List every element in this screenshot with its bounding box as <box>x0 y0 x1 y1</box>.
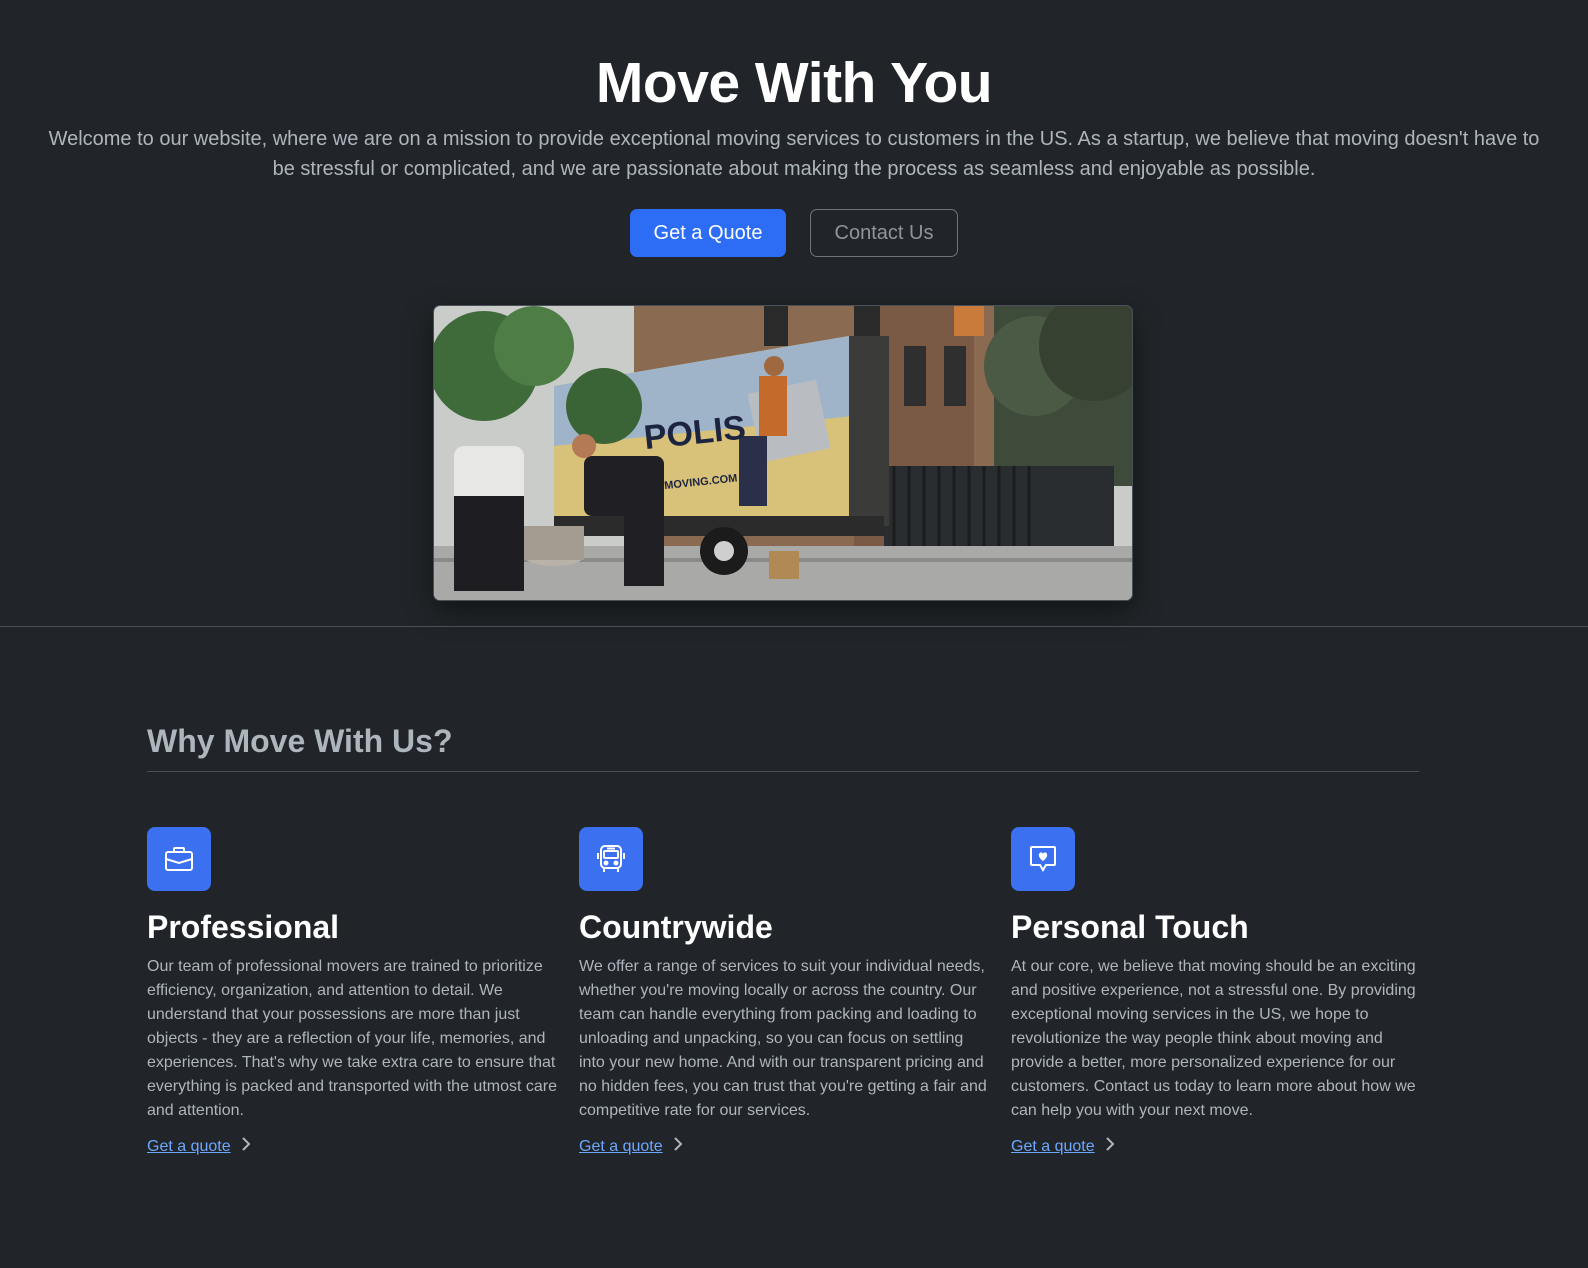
feature-text: At our core, we believe that moving shou… <box>1011 958 1416 1119</box>
get-a-quote-link[interactable]: Get a quote <box>147 1137 251 1156</box>
features-section: Why Move With Us? Professional Our team … <box>0 627 1588 1268</box>
chevron-right-icon <box>241 1137 251 1156</box>
get-a-quote-link[interactable]: Get a quote <box>1011 1137 1115 1156</box>
chat-heart-icon <box>1011 827 1075 891</box>
bus-icon <box>579 827 643 891</box>
get-a-quote-link[interactable]: Get a quote <box>579 1137 683 1156</box>
feature-text: Our team of professional movers are trai… <box>147 958 557 1119</box>
get-a-quote-button[interactable]: Get a Quote <box>630 209 786 257</box>
hero-lead: Welcome to our website, where we are on … <box>48 128 1540 180</box>
link-label: Get a quote <box>147 1137 231 1155</box>
briefcase-icon <box>147 827 211 891</box>
feature-title: Personal Touch <box>1011 909 1249 945</box>
features-heading: Why Move With Us? <box>147 721 1419 772</box>
feature-personal-touch: Personal Touch At our core, we believe t… <box>1011 827 1421 1156</box>
hero-image: POLIS MOVING.COM <box>433 305 1133 601</box>
hero-buttons: Get a Quote Contact Us <box>0 209 1588 257</box>
feature-title: Countrywide <box>579 909 773 945</box>
feature-title: Professional <box>147 909 340 945</box>
contact-us-button[interactable]: Contact Us <box>810 209 958 257</box>
link-label: Get a quote <box>579 1137 663 1155</box>
feature-text: We offer a range of services to suit you… <box>579 958 987 1119</box>
link-label: Get a quote <box>1011 1137 1095 1155</box>
hero-title: Move With You <box>595 51 993 115</box>
movers-photo-illustration: POLIS MOVING.COM <box>434 306 1132 600</box>
chevron-right-icon <box>673 1137 683 1156</box>
feature-professional: Professional Our team of professional mo… <box>147 827 557 1156</box>
feature-countrywide: Countrywide We offer a range of services… <box>579 827 989 1156</box>
hero-section: Move With You Welcome to our website, wh… <box>0 0 1588 626</box>
chevron-right-icon <box>1105 1137 1115 1156</box>
